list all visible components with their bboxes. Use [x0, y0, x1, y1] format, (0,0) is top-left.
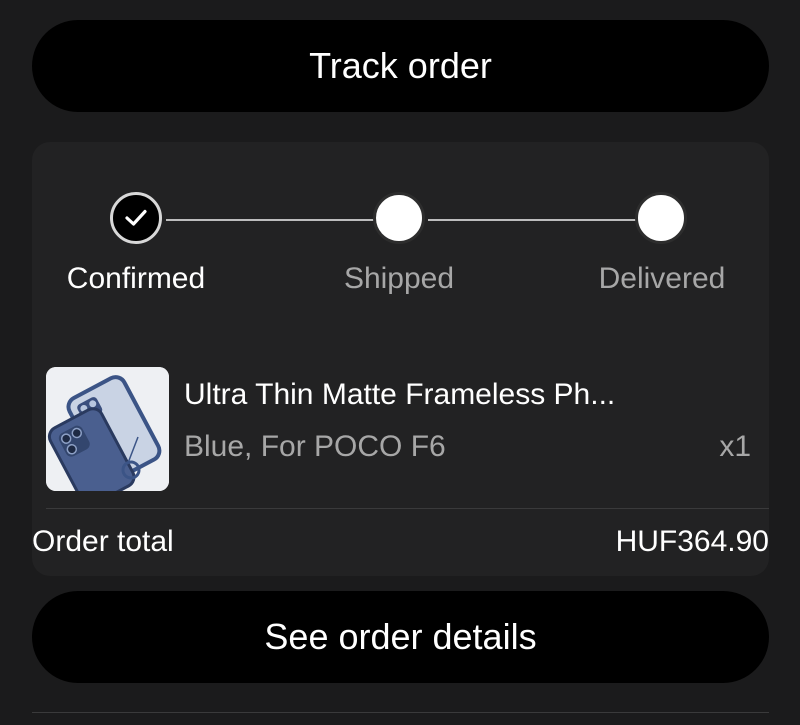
divider — [46, 508, 769, 509]
step-label-delivered: Delivered — [598, 262, 726, 295]
product-image[interactable] — [46, 367, 169, 491]
step-label-shipped: Shipped — [343, 262, 455, 295]
product-variant: Blue, For POCO F6 — [184, 430, 446, 463]
section-divider — [32, 712, 769, 713]
step-shipped-dot — [373, 192, 425, 244]
progress-line-1 — [166, 219, 399, 221]
order-progress-stepper: Confirmed Shipped Delivered — [32, 142, 769, 312]
step-delivered-dot — [635, 192, 687, 244]
checkmark-icon — [125, 209, 147, 226]
order-total-label: Order total — [32, 525, 174, 558]
order-total-value: HUF364.90 — [615, 525, 769, 558]
track-order-button[interactable]: Track order — [32, 20, 769, 112]
see-order-details-button[interactable]: See order details — [32, 591, 769, 683]
phone-case-icon — [46, 367, 169, 491]
step-label-confirmed: Confirmed — [66, 262, 206, 295]
step-confirmed-dot — [110, 192, 162, 244]
product-title[interactable]: Ultra Thin Matte Frameless Ph... — [184, 378, 615, 412]
order-summary-page: Track order Confirmed Shipped Delivered — [0, 0, 800, 725]
product-quantity: x1 — [719, 430, 751, 463]
order-card: Confirmed Shipped Delivered Ultra Thin M… — [32, 142, 769, 576]
progress-line-2 — [428, 219, 661, 221]
